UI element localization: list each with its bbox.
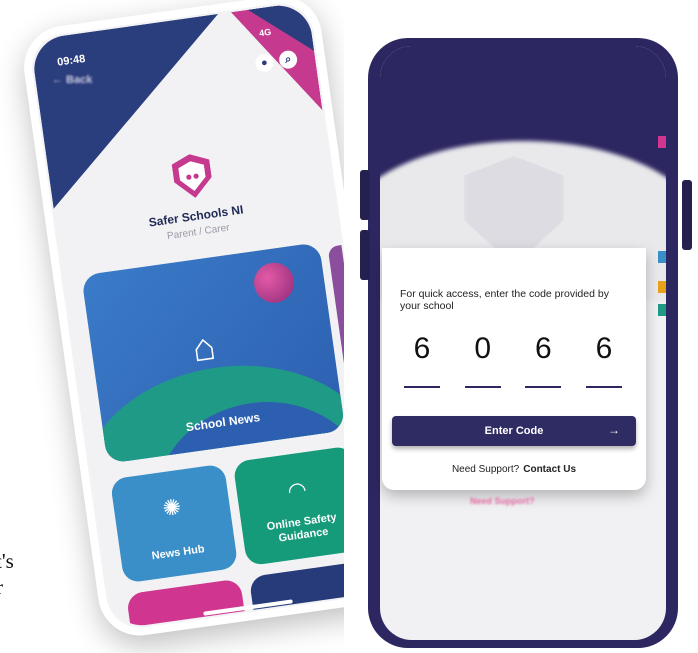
code-input[interactable]: 6 0 6 6 (400, 318, 626, 388)
code-prompt: For quick access, enter the code provide… (400, 288, 609, 312)
people-icon: ●● (177, 159, 207, 192)
back-button[interactable]: ← Back (52, 74, 92, 86)
school-news-tile[interactable]: ⌂ School News (81, 242, 346, 464)
support-text: Need Support? (451, 464, 520, 475)
enter-code-button[interactable]: Enter Code → (392, 416, 636, 446)
house-icon: ⌂ (189, 325, 219, 371)
contact-us-link[interactable]: Contact Us (523, 464, 576, 475)
caption-line-2: r (0, 574, 14, 600)
news-hub-tile[interactable]: ✺ News Hub (109, 463, 239, 584)
enter-code-label: Enter Code (484, 425, 544, 437)
network-indicator: 4G (258, 26, 272, 39)
bottom-tile-pink[interactable] (125, 578, 247, 630)
side-button (360, 230, 370, 280)
search-icon[interactable]: ⌕ (277, 49, 299, 70)
cropped-caption: t's r (0, 548, 14, 600)
lightbulb-icon: ✺ (161, 494, 183, 522)
side-button (360, 170, 370, 220)
side-button (682, 180, 692, 250)
access-code-dialog: For quick access, enter the code provide… (382, 248, 646, 490)
news-hub-label: News Hub (151, 543, 206, 563)
profile-icon[interactable]: ● (254, 52, 275, 74)
home-screen: 09:48 4G ● ⌕ ●● Safer Schools NI Parent … (29, 1, 391, 630)
background-support-link: Need Support? (470, 496, 535, 506)
arrow-right-icon: → (608, 423, 620, 437)
caption-line-1: t's (0, 549, 14, 573)
support-row: Need Support? Contact Us (382, 464, 646, 475)
code-digit[interactable]: 0 (461, 318, 505, 388)
code-digit[interactable]: 6 (521, 318, 565, 388)
wifi-icon: ◠ (285, 476, 309, 504)
code-digit[interactable]: 6 (582, 318, 626, 388)
code-digit[interactable]: 6 (400, 318, 444, 388)
